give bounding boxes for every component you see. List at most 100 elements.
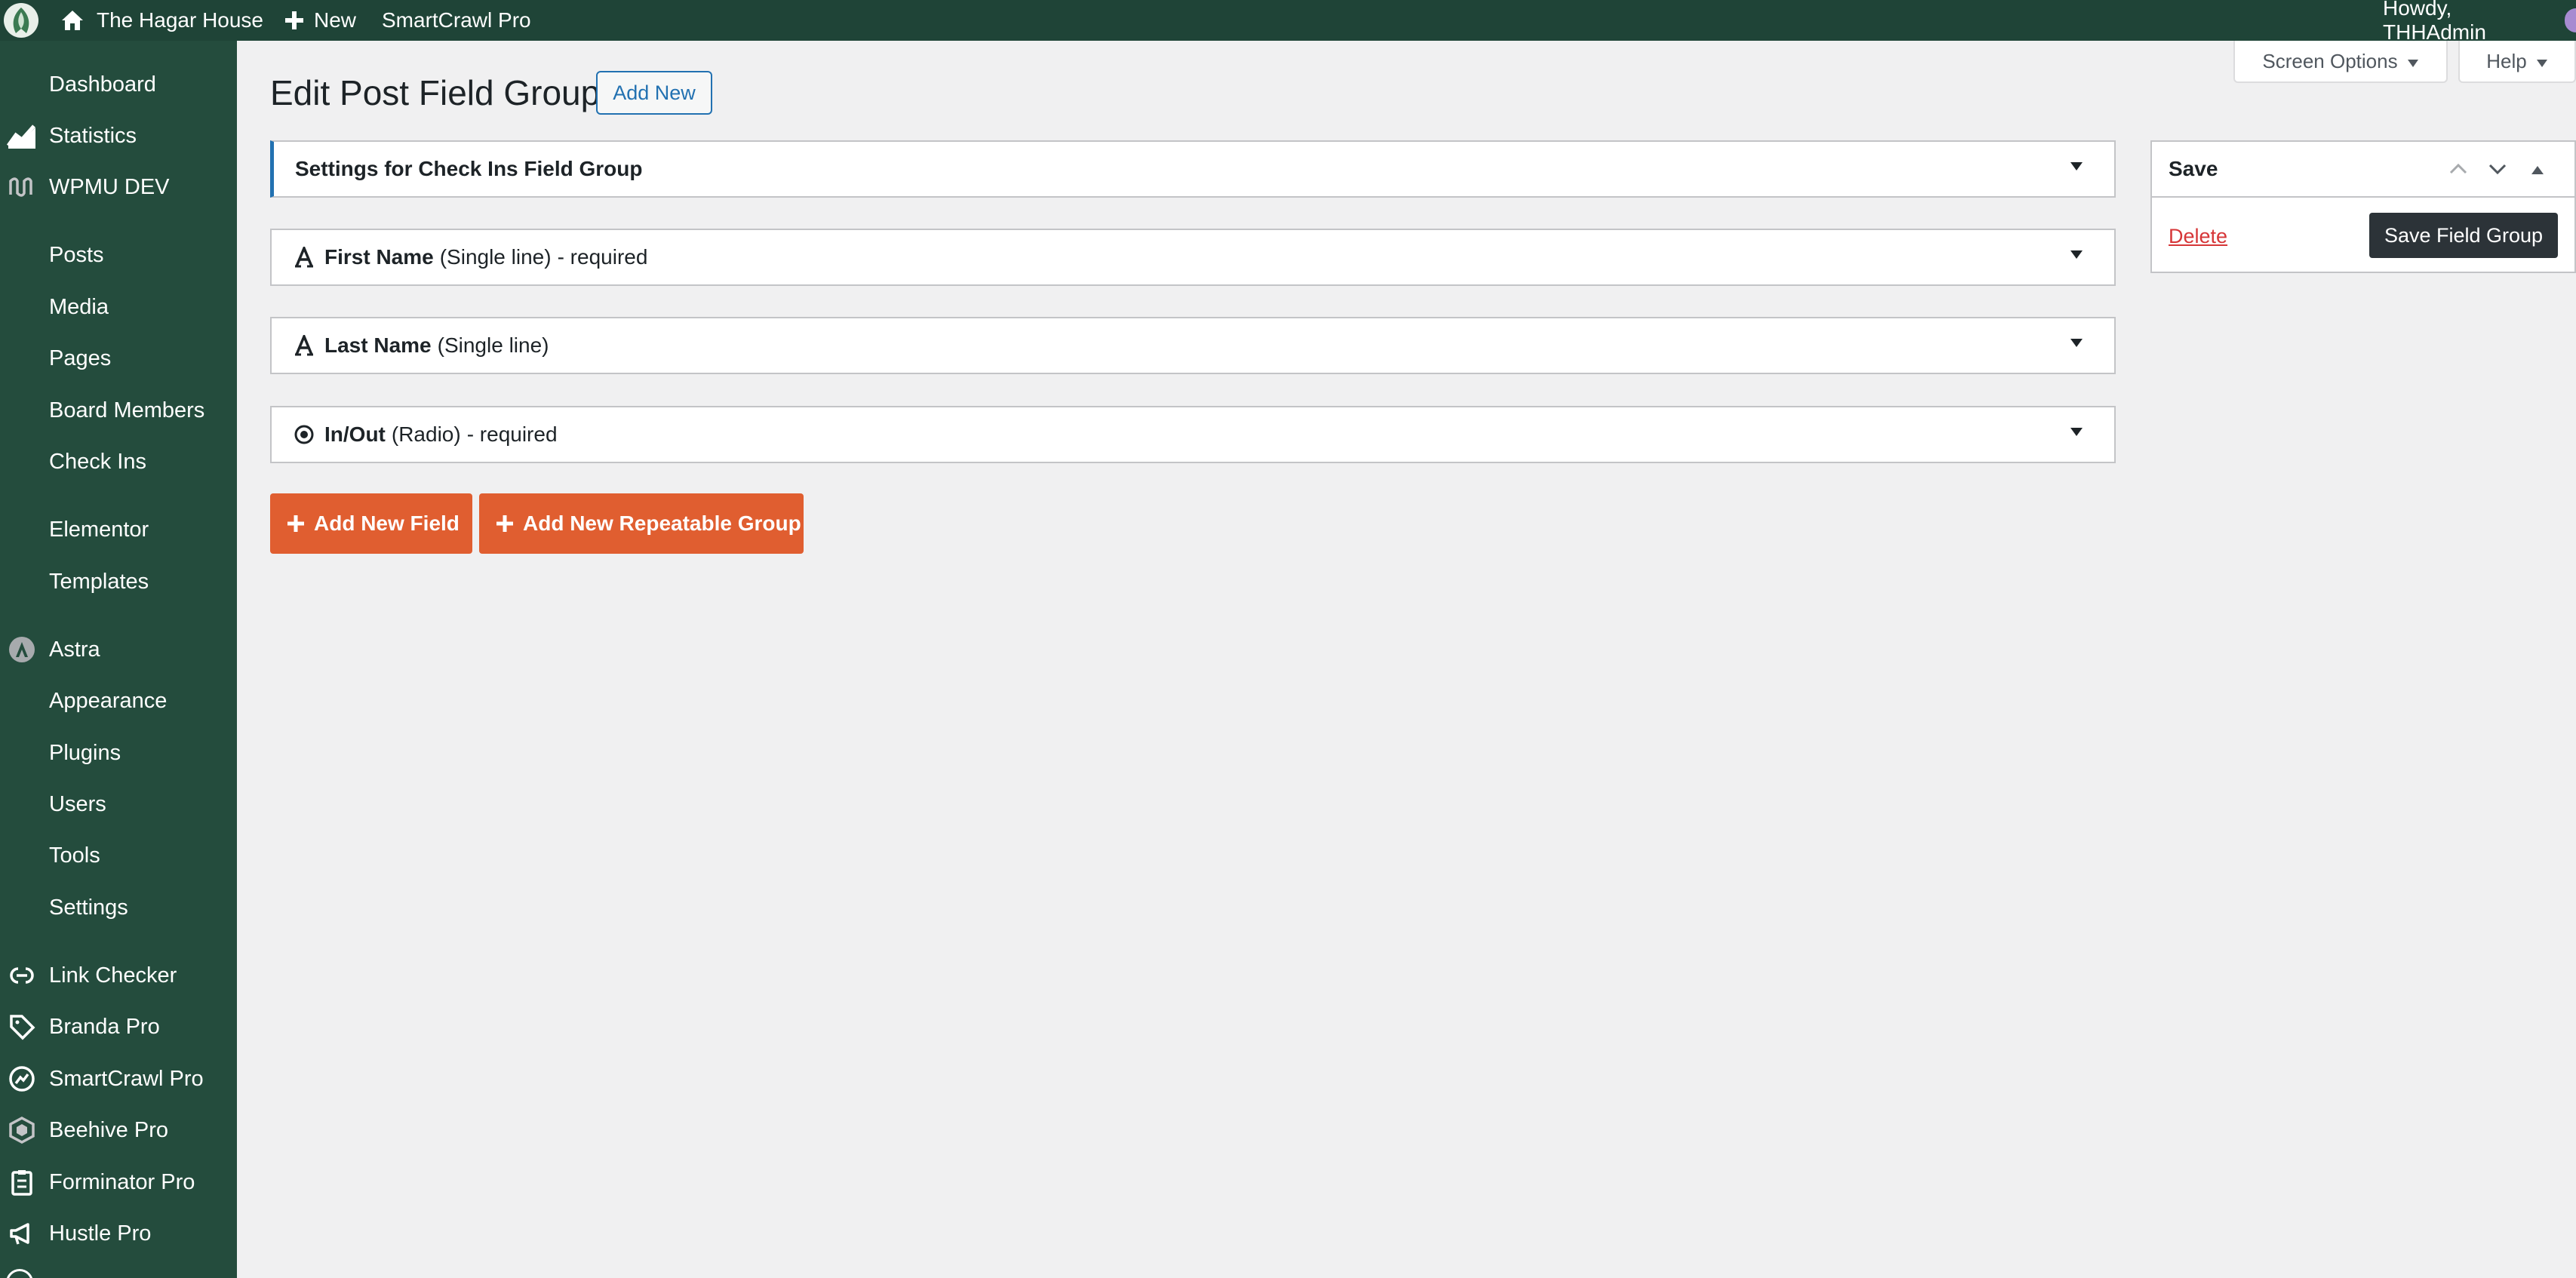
site-logo-icon[interactable]	[0, 0, 42, 41]
field-required: - required	[557, 245, 648, 269]
astra-icon	[6, 636, 38, 663]
screen-options-button[interactable]: Screen Options	[2233, 41, 2448, 83]
statistics-icon	[6, 122, 38, 149]
sidebar-item-elementor[interactable]: Elementor	[0, 507, 237, 552]
sidebar-item-label: Media	[49, 294, 109, 319]
sidebar-item-label: Link Checker	[49, 963, 177, 988]
plus-icon	[287, 515, 305, 533]
field-in-out[interactable]: In/Out (Radio) - required	[270, 406, 2116, 463]
screen-options-label: Screen Options	[2262, 49, 2398, 72]
field-name: Last Name	[324, 333, 432, 357]
collapse-toggle-icon[interactable]	[2529, 160, 2546, 184]
add-new-field-button[interactable]: Add New Field	[270, 493, 472, 554]
sidebar-item-label: Templates	[49, 569, 149, 594]
avatar	[2564, 8, 2576, 32]
sidebar-item-label: Astra	[49, 637, 100, 662]
branda-icon	[6, 1013, 38, 1040]
save-field-group-button[interactable]: Save Field Group	[2369, 213, 2558, 258]
main-content: Screen Options Help Edit Post Field Grou…	[237, 41, 2576, 1278]
sidebar-item-dashboard[interactable]: Dashboard	[0, 62, 237, 107]
home-icon	[60, 9, 85, 32]
sidebar-item-astra[interactable]: Astra	[0, 627, 237, 672]
field-name: In/Out	[324, 422, 386, 446]
wpmudev-icon	[6, 174, 38, 201]
sidebar-item-label: Plugins	[49, 740, 121, 765]
site-name-link[interactable]: The Hagar House	[60, 0, 263, 41]
page-title: Edit Post Field Group	[270, 73, 601, 112]
delete-link[interactable]: Delete	[2169, 225, 2227, 248]
sidebar-item-label: SmartCrawl Pro	[49, 1066, 204, 1091]
new-content-link[interactable]: New	[284, 0, 356, 41]
add-new-repeatable-group-label: Add New Repeatable Group	[523, 512, 801, 535]
sidebar-item-media[interactable]: Media	[0, 284, 237, 330]
radio-icon	[293, 423, 315, 446]
plus-icon	[496, 515, 514, 533]
admin-sidebar: Dashboard Statistics WPMU DEV Posts Medi…	[0, 41, 237, 1278]
sidebar-item-plugins[interactable]: Plugins	[0, 730, 237, 776]
collapsed-menu-icon[interactable]	[6, 1269, 33, 1278]
sidebar-item-board-members[interactable]: Board Members	[0, 388, 237, 433]
toggle-arrow-icon[interactable]	[2069, 160, 2084, 176]
sidebar-item-wpmudev[interactable]: WPMU DEV	[0, 164, 237, 210]
sidebar-item-link-checker[interactable]: Link Checker	[0, 953, 237, 998]
move-down-icon[interactable]	[2487, 158, 2508, 185]
help-label: Help	[2486, 49, 2527, 72]
sidebar-item-label: Tools	[49, 843, 100, 868]
save-metabox: Save Delete Save Field Group	[2150, 140, 2576, 273]
sidebar-item-label: WPMU DEV	[49, 174, 170, 199]
hustle-icon	[6, 1220, 38, 1247]
greeting-label: Howdy, THHAdmin	[2383, 0, 2486, 44]
field-type: (Single line)	[439, 245, 552, 269]
sidebar-item-label: Check Ins	[49, 449, 146, 474]
smartcrawl-adminbar-label: SmartCrawl Pro	[382, 8, 531, 32]
sidebar-item-label: Beehive Pro	[49, 1117, 168, 1142]
sidebar-item-label: Pages	[49, 346, 112, 370]
sidebar-item-label: Elementor	[49, 517, 149, 542]
single-line-text-icon	[293, 246, 315, 269]
admin-bar: The Hagar House New SmartCrawl Pro Howdy…	[0, 0, 2576, 44]
sidebar-item-label: Users	[49, 791, 106, 816]
smartcrawl-adminbar-link[interactable]: SmartCrawl Pro	[382, 0, 531, 41]
field-required: - required	[466, 422, 558, 446]
help-button[interactable]: Help	[2458, 41, 2576, 83]
sidebar-item-posts[interactable]: Posts	[0, 232, 237, 278]
sidebar-item-hustle-pro[interactable]: Hustle Pro	[0, 1211, 237, 1256]
save-metabox-header: Save	[2152, 142, 2574, 198]
save-metabox-title: Save	[2169, 157, 2218, 180]
toggle-arrow-icon[interactable]	[2069, 425, 2084, 441]
sidebar-item-label: Appearance	[49, 688, 168, 713]
sidebar-item-settings[interactable]: Settings	[0, 885, 237, 930]
sidebar-item-branda-pro[interactable]: Branda Pro	[0, 1004, 237, 1049]
sidebar-item-tools[interactable]: Tools	[0, 833, 237, 878]
sidebar-item-label: Hustle Pro	[49, 1221, 152, 1246]
toggle-arrow-icon[interactable]	[2069, 336, 2084, 352]
sidebar-item-beehive-pro[interactable]: Beehive Pro	[0, 1107, 237, 1153]
sidebar-item-pages[interactable]: Pages	[0, 336, 237, 381]
field-first-name[interactable]: First Name (Single line) - required	[270, 229, 2116, 286]
sidebar-item-templates[interactable]: Templates	[0, 559, 237, 604]
sidebar-item-statistics[interactable]: Statistics	[0, 113, 237, 158]
caret-down-icon	[2407, 50, 2419, 73]
sidebar-item-smartcrawl-pro[interactable]: SmartCrawl Pro	[0, 1056, 237, 1101]
link-checker-icon	[6, 962, 38, 989]
add-new-repeatable-group-button[interactable]: Add New Repeatable Group	[479, 493, 804, 554]
single-line-text-icon	[293, 334, 315, 357]
forminator-icon	[6, 1169, 38, 1196]
sidebar-item-check-ins[interactable]: Check Ins	[0, 439, 237, 484]
my-account-link[interactable]: Howdy, THHAdmin	[2383, 0, 2576, 44]
move-up-icon[interactable]	[2448, 158, 2469, 185]
field-name: First Name	[324, 245, 434, 269]
sidebar-item-label: Posts	[49, 242, 104, 267]
sidebar-item-appearance[interactable]: Appearance	[0, 678, 237, 723]
field-last-name[interactable]: Last Name (Single line)	[270, 317, 2116, 374]
settings-panel[interactable]: Settings for Check Ins Field Group	[270, 140, 2116, 198]
settings-panel-title: Settings for Check Ins Field Group	[295, 157, 643, 180]
sidebar-item-forminator-pro[interactable]: Forminator Pro	[0, 1160, 237, 1205]
add-new-button[interactable]: Add New	[596, 71, 712, 115]
sidebar-item-users[interactable]: Users	[0, 782, 237, 827]
add-new-field-label: Add New Field	[314, 512, 460, 535]
sidebar-item-label: Forminator Pro	[49, 1169, 195, 1194]
sidebar-item-label: Statistics	[49, 123, 137, 148]
sidebar-item-label: Board Members	[49, 398, 205, 422]
toggle-arrow-icon[interactable]	[2069, 248, 2084, 264]
